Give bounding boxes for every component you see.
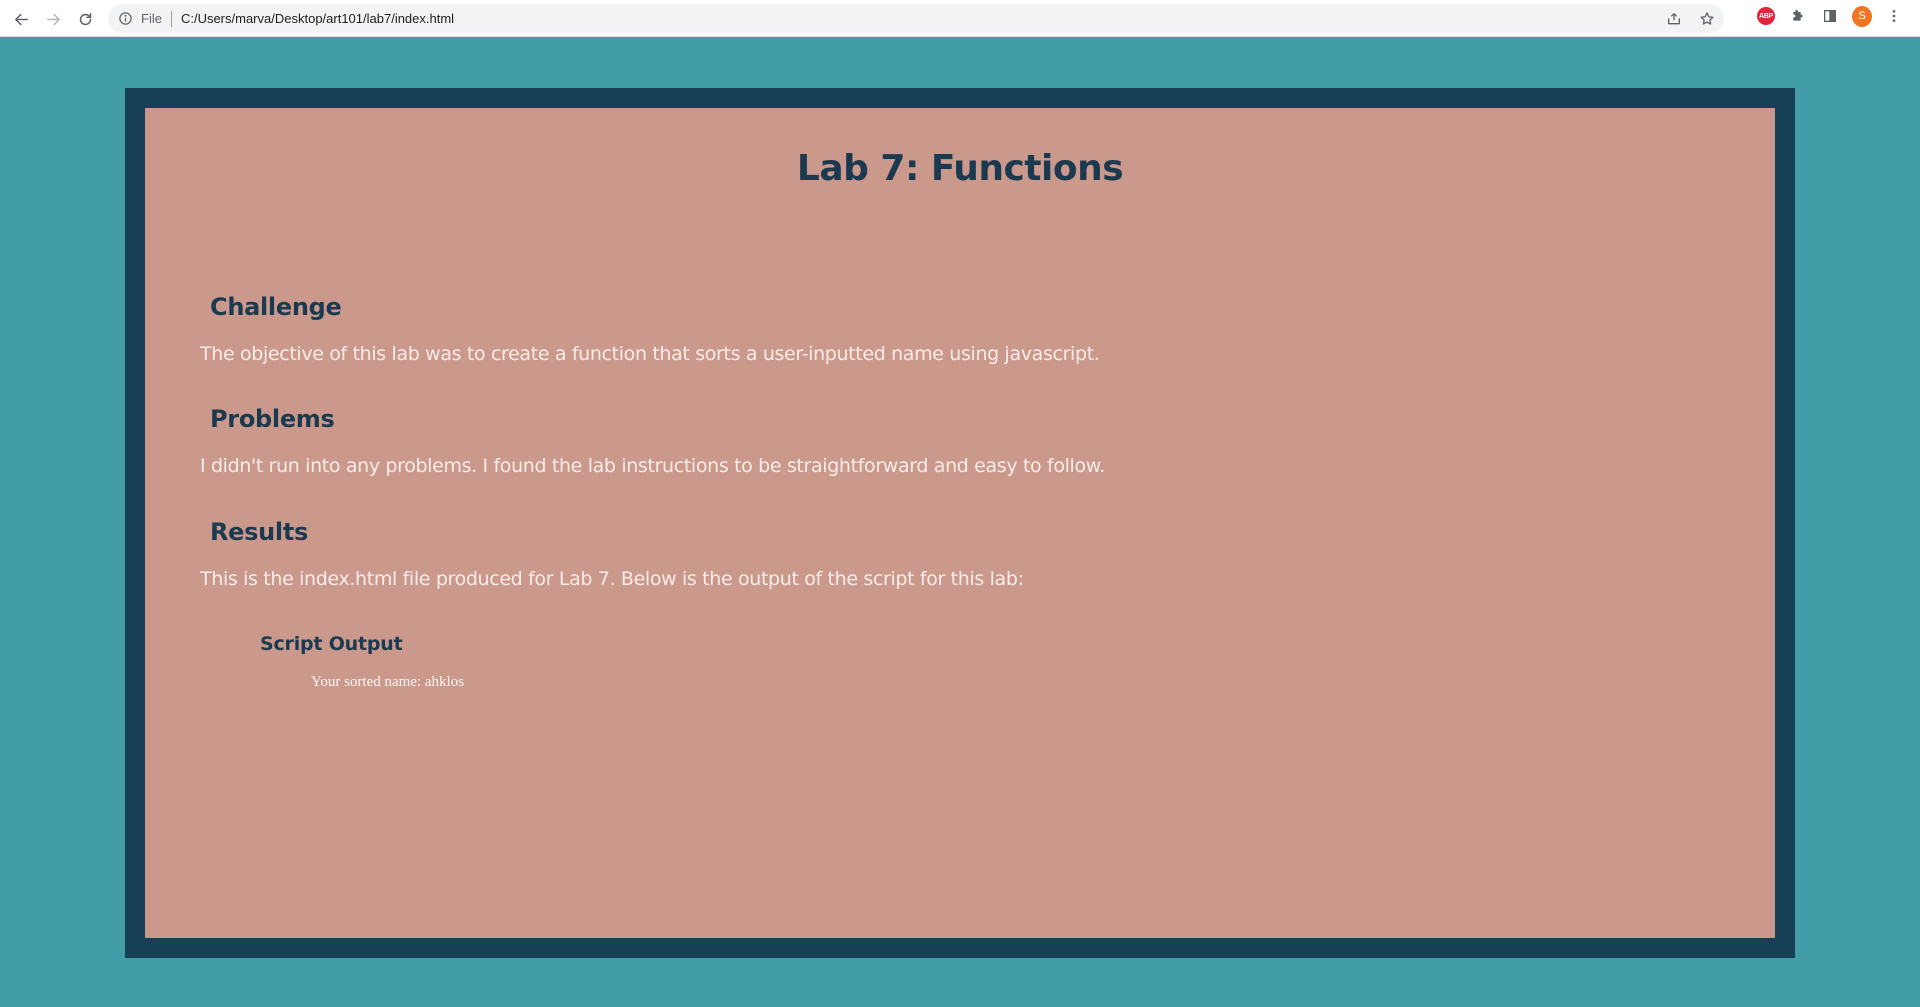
side-panel-icon[interactable] (1820, 6, 1840, 26)
problems-text: I didn't run into any problems. I found … (200, 455, 1105, 477)
challenge-text: The objective of this lab was to create … (200, 343, 1100, 365)
url-text[interactable]: C:/Users/marva/Desktop/art101/lab7/index… (181, 11, 454, 26)
results-heading: Results (210, 518, 309, 546)
scheme-label: File (141, 11, 162, 26)
abp-icon[interactable]: ABP (1756, 6, 1776, 26)
browser-toolbar: File C:/Users/marva/Desktop/art101/lab7/… (0, 0, 1920, 37)
challenge-heading: Challenge (210, 293, 342, 321)
script-output-text: Your sorted name: ahklos (311, 674, 465, 690)
more-vertical-icon[interactable] (1884, 6, 1904, 26)
problems-heading: Problems (210, 405, 335, 433)
content-card (145, 108, 1775, 938)
star-icon[interactable] (1697, 9, 1716, 28)
address-bar[interactable]: File C:/Users/marva/Desktop/art101/lab7/… (108, 4, 1724, 33)
reload-icon[interactable] (69, 3, 101, 35)
forward-arrow-icon[interactable] (37, 3, 69, 35)
info-icon[interactable] (118, 11, 133, 26)
results-text: This is the index.html file produced for… (200, 568, 1024, 590)
back-arrow-icon[interactable] (5, 3, 37, 35)
page-title: Lab 7: Functions (796, 148, 1124, 189)
extensions-area: ABP S (1756, 5, 1904, 27)
profile-avatar[interactable]: S (1852, 5, 1872, 27)
share-icon[interactable] (1664, 9, 1683, 28)
script-output-heading: Script Output (260, 633, 403, 655)
puzzle-icon[interactable] (1788, 6, 1808, 26)
omnibox-divider (170, 10, 172, 27)
omnibox-actions (1664, 9, 1716, 28)
